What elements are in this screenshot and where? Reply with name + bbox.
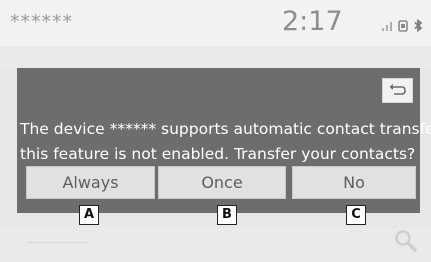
signal-icon: [381, 17, 393, 36]
background-list-row: [0, 46, 431, 68]
phone-icon: [398, 17, 408, 36]
device-name: ******: [10, 11, 73, 33]
always-button[interactable]: Always: [26, 166, 155, 199]
back-button[interactable]: [382, 78, 413, 103]
callout-label-b: B: [217, 205, 237, 225]
dialog-message-line1: The device ****** supports automatic con…: [20, 120, 431, 138]
dialog-message-line2: this feature is not enabled. Transfer yo…: [20, 145, 416, 163]
background-placeholder: [28, 242, 88, 247]
status-icons: [381, 17, 423, 36]
callout-label-a: A: [79, 205, 99, 225]
status-bar: ****** 2:17: [0, 0, 431, 46]
no-button[interactable]: No: [292, 166, 416, 199]
contact-transfer-dialog: The device ****** supports automatic con…: [17, 68, 431, 213]
bluetooth-icon: [413, 17, 423, 36]
screen: ****** 2:17 The device ****** supports a…: [0, 0, 431, 262]
once-button[interactable]: Once: [158, 166, 286, 199]
callout-label-c: C: [346, 205, 366, 225]
clock: 2:17: [282, 6, 343, 37]
return-arrow-icon: [383, 84, 412, 106]
dialog-message: The device ****** supports automatic con…: [17, 117, 431, 167]
search-icon[interactable]: [393, 228, 419, 258]
